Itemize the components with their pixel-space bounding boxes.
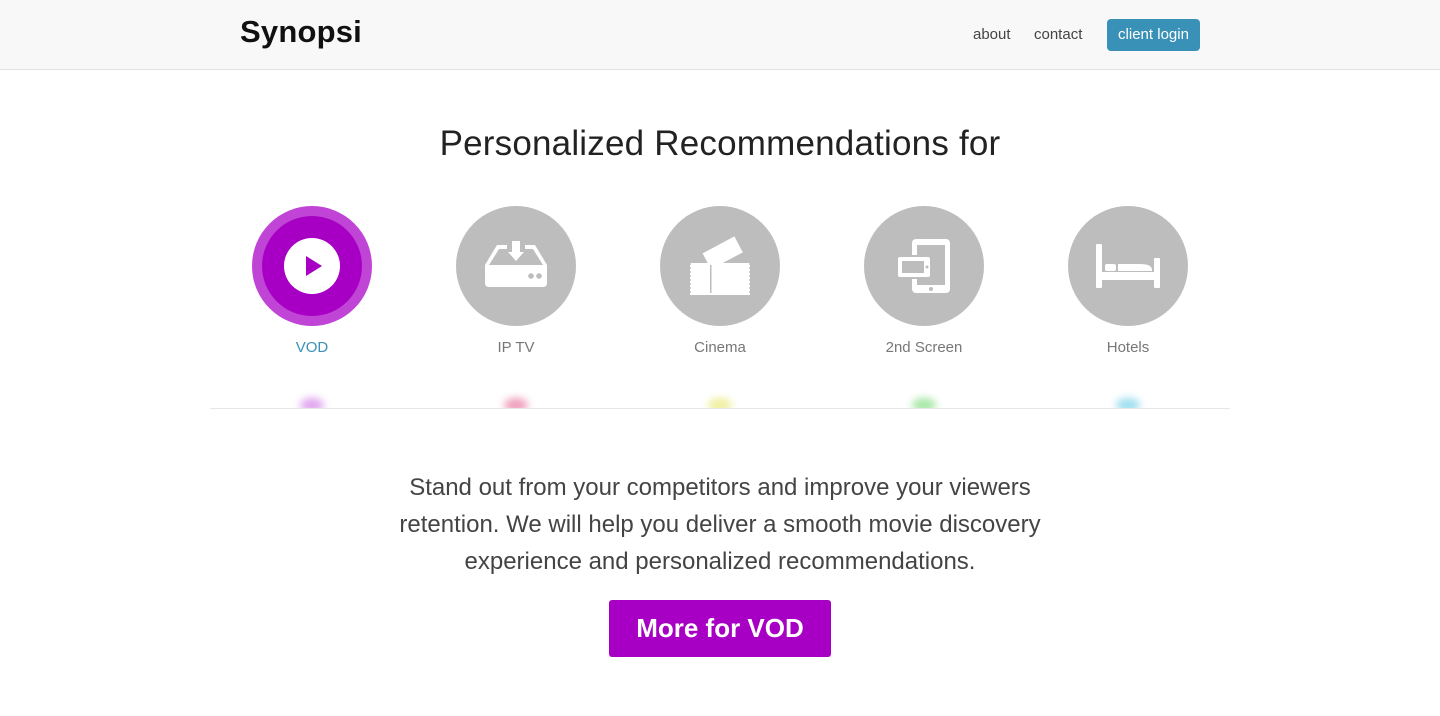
segment-iptv[interactable]: IP TV: [436, 206, 596, 356]
segment-iptv-circle: [456, 206, 576, 326]
segment-cinema[interactable]: Cinema: [640, 206, 800, 356]
description-text: Stand out from your competitors and impr…: [399, 474, 1041, 575]
segment-iptv-label: IP TV: [497, 339, 535, 356]
segment-hotels-circle: [1068, 206, 1188, 326]
segment-hotels-label: Hotels: [1106, 339, 1150, 356]
page-title: Personalized Recommendations for: [439, 124, 1001, 163]
segment-vod-label: VOD: [295, 339, 329, 356]
devices-icon: [896, 239, 950, 293]
segment-hotels[interactable]: Hotels: [1048, 206, 1208, 356]
cinema-tickets-icon: [689, 236, 751, 295]
brand-logo[interactable]: Synopsi: [240, 14, 362, 50]
nav-contact-link[interactable]: contact: [1034, 26, 1082, 43]
segment-2nd-screen[interactable]: 2nd Screen: [844, 206, 1004, 356]
segment-cinema-label: Cinema: [694, 339, 746, 356]
set-top-box-icon: [485, 241, 547, 287]
bed-icon: [1096, 244, 1160, 288]
segment-2nd-screen-circle: [864, 206, 984, 326]
segment-cinema-circle: [660, 206, 780, 326]
section-divider: [210, 408, 1230, 409]
segment-vod-circle: [252, 206, 372, 326]
segment-2nd-screen-label: 2nd Screen: [885, 339, 963, 356]
glow-mask: [0, 409, 1440, 429]
nav-about-link[interactable]: about: [973, 26, 1011, 43]
client-login-button[interactable]: client login: [1107, 19, 1200, 51]
more-for-vod-button[interactable]: More for VOD: [609, 600, 831, 657]
play-icon: [284, 238, 340, 294]
segment-vod[interactable]: VOD: [232, 206, 392, 356]
navbar: Synopsi about contact client login: [0, 0, 1440, 70]
